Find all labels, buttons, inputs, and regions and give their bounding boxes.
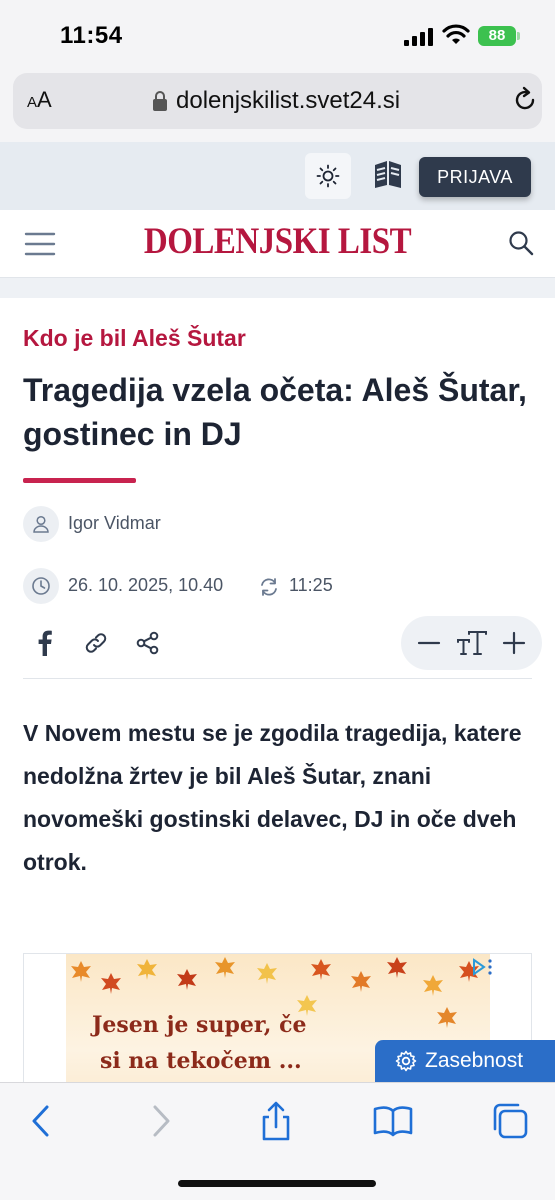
facebook-icon[interactable] [33, 630, 57, 656]
article-kicker: Kdo je bil Aleš Šutar [23, 325, 246, 351]
privacy-settings-button[interactable]: Zasebnost [375, 1040, 555, 1082]
autumn-leaf [351, 971, 371, 992]
autumn-leaf [311, 959, 331, 980]
autumn-leaf [257, 963, 277, 984]
url-text[interactable]: dolenjskilist.svet24.si [176, 87, 400, 115]
article: Kdo je bil Aleš Šutar Tragedija vzela oč… [0, 298, 555, 1114]
wifi-icon [442, 24, 470, 44]
bookmarks-icon[interactable] [373, 1101, 413, 1141]
sun-icon [316, 164, 340, 188]
site-logo[interactable]: DOLENJSKI LIST [0, 222, 555, 263]
author-name[interactable]: Igor Vidmar [68, 513, 161, 534]
date-badge [23, 568, 59, 604]
back-icon[interactable] [22, 1101, 62, 1141]
cellular-signal-icon [404, 28, 433, 46]
autumn-leaf [387, 957, 407, 978]
font-size-control [401, 616, 542, 670]
ad-headline-line2: si na tekočem ... [100, 1048, 302, 1074]
autumn-leaf [437, 1007, 457, 1028]
autumn-leaf [101, 973, 121, 994]
theme-toggle-button[interactable] [305, 153, 351, 199]
address-bar[interactable]: AA dolenjskilist.svet24.si [13, 73, 542, 129]
site-utility-bar: PRIJAVA [0, 142, 555, 210]
autumn-leaf [423, 975, 443, 996]
ad-headline-line1: Jesen je super, če [92, 1012, 307, 1038]
browser-chrome: AA dolenjskilist.svet24.si [0, 70, 555, 142]
status-time: 11:54 [60, 22, 123, 49]
title-accent-rule [23, 478, 136, 483]
link-icon[interactable] [83, 631, 109, 655]
autumn-leaf [71, 961, 91, 982]
aa-large-label: A [37, 87, 52, 112]
autumn-leaf [137, 959, 157, 980]
privacy-label: Zasebnost [425, 1049, 524, 1072]
author-avatar [23, 506, 59, 542]
refresh-icon [261, 578, 277, 596]
header-gap [0, 278, 555, 298]
clock-icon [32, 577, 50, 595]
ios-status-bar: 11:54 88 [0, 0, 555, 70]
aa-small-label: A [27, 94, 38, 111]
site-header: DOLENJSKI LIST [0, 210, 555, 278]
forward-icon[interactable] [140, 1101, 180, 1141]
gear-icon [395, 1050, 417, 1072]
lock-icon [153, 91, 167, 111]
e-reader-icon[interactable] [372, 157, 404, 189]
login-button[interactable]: PRIJAVA [419, 157, 531, 197]
home-indicator [178, 1180, 376, 1187]
autumn-leaf [215, 957, 235, 978]
adchoices-icon[interactable] [472, 958, 494, 976]
share-icon[interactable] [135, 631, 161, 655]
updated-time: 11:25 [289, 575, 333, 595]
reader-options-button[interactable]: AA [27, 87, 52, 113]
published-date: 26. 10. 2025, 10.40 [68, 575, 224, 595]
user-icon [33, 515, 49, 533]
battery-indicator: 88 [478, 26, 520, 46]
tabs-icon[interactable] [490, 1101, 530, 1141]
share-icon[interactable] [256, 1101, 296, 1141]
minus-icon[interactable] [415, 629, 443, 657]
text-size-icon [457, 631, 487, 655]
reload-icon[interactable] [511, 86, 539, 114]
article-divider [23, 678, 532, 679]
plus-icon[interactable] [500, 629, 528, 657]
article-headline: Tragedija vzela očeta: Aleš Šutar, gosti… [23, 372, 527, 452]
article-lead: V Novem mestu se je zgodila tragedija, k… [23, 720, 522, 875]
autumn-leaf [177, 969, 197, 990]
search-icon[interactable] [508, 230, 534, 256]
